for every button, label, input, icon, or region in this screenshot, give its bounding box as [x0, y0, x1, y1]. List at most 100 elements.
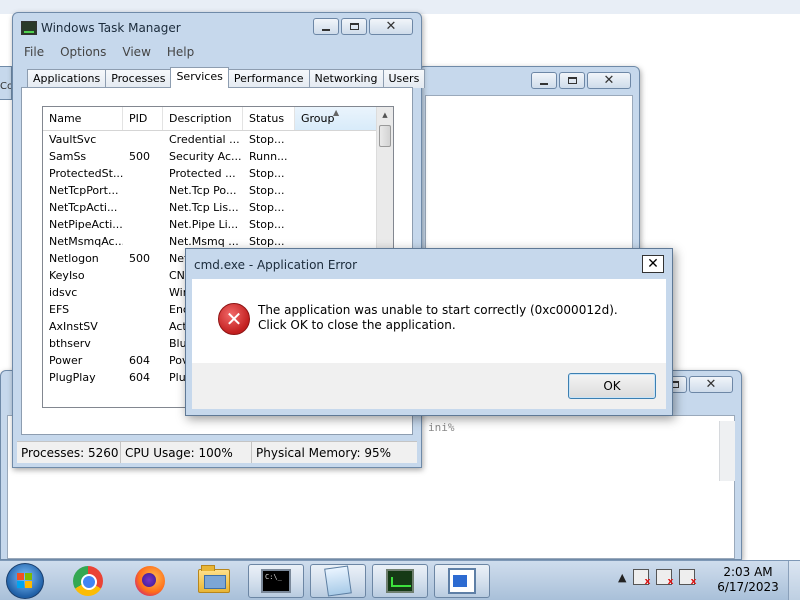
tab-processes[interactable]: Processes [105, 69, 172, 88]
column-description[interactable]: Description [163, 107, 243, 130]
table-row[interactable]: SamSs 500 Security Ac... Runn... [43, 148, 393, 165]
maximize-button[interactable] [341, 18, 367, 35]
taskbar-window[interactable] [434, 564, 490, 598]
show-desktop-button[interactable] [788, 561, 800, 600]
cell-description: Net.Tcp Lis... [169, 201, 239, 214]
tab-networking[interactable]: Networking [308, 69, 384, 88]
minimize-button[interactable] [313, 18, 339, 35]
column-pid[interactable]: PID [123, 107, 163, 130]
folder-icon [198, 565, 230, 593]
minimize-button[interactable] [531, 72, 557, 89]
table-row[interactable]: ProtectedSt... Protected ... Stop... [43, 165, 393, 182]
windows-logo-icon [17, 573, 33, 589]
cell-status: Stop... [249, 167, 285, 180]
clock-time: 2:03 AM [723, 565, 773, 579]
cell-pid [123, 165, 163, 182]
taskbar-firefox[interactable] [122, 564, 178, 598]
cell-name: PlugPlay [49, 371, 96, 384]
table-row[interactable]: NetTcpPort... Net.Tcp Po... Stop... [43, 182, 393, 199]
cell-name: EFS [49, 303, 70, 316]
taskbar-notepad[interactable] [310, 564, 366, 598]
dialog-title: cmd.exe - Application Error [194, 258, 358, 272]
cell-status: Stop... [249, 201, 285, 214]
tab-strip: Applications Processes Services Performa… [27, 67, 426, 88]
tab-applications[interactable]: Applications [27, 69, 107, 88]
cell-pid [123, 267, 163, 284]
cell-name: VaultSvc [49, 133, 97, 146]
volume-icon[interactable] [679, 569, 696, 587]
firefox-icon [135, 566, 165, 596]
taskbar-task-manager[interactable] [372, 564, 428, 598]
menu-file[interactable]: File [24, 45, 44, 59]
tray-overflow-icon[interactable]: ▲ [618, 571, 626, 584]
minimize-icon [322, 28, 330, 31]
taskbar-chrome[interactable] [60, 564, 116, 598]
cell-name: NetTcpPort... [49, 184, 119, 197]
tab-services[interactable]: Services [170, 67, 229, 88]
task-manager-icon [21, 21, 37, 35]
cell-group [295, 165, 377, 182]
cell-name: idsvc [49, 286, 78, 299]
error-icon: ✕ [218, 303, 250, 335]
table-row[interactable]: NetPipeActi... Net.Pipe Li... Stop... [43, 216, 393, 233]
taskbar-cmd[interactable] [248, 564, 304, 598]
cell-group [295, 199, 377, 216]
cell-description: Credential ... [169, 133, 240, 146]
window-icon [448, 568, 476, 594]
close-button[interactable]: ✕ [689, 376, 733, 393]
dialog-body: ✕ The application was unable to start co… [192, 279, 666, 363]
offscreen-window-stub[interactable]: Co [0, 66, 12, 100]
cell-group [295, 182, 377, 199]
cell-name: NetMsmqAc... [49, 235, 123, 248]
cell-name: SamSs [49, 150, 87, 163]
maximize-icon [349, 23, 359, 30]
menu-options[interactable]: Options [60, 45, 106, 59]
vertical-scrollbar[interactable] [719, 421, 735, 481]
start-button[interactable] [6, 563, 44, 599]
status-processes: Processes: 5260 [17, 442, 121, 463]
table-row[interactable]: NetTcpActi... Net.Tcp Lis... Stop... [43, 199, 393, 216]
column-status[interactable]: Status [243, 107, 295, 130]
taskbar-explorer[interactable] [186, 564, 242, 598]
cmd-icon [261, 569, 291, 593]
dialog-close-button[interactable]: ✕ [642, 255, 664, 273]
cell-name: AxInstSV [49, 320, 98, 333]
table-row[interactable]: VaultSvc Credential ... Stop... [43, 131, 393, 148]
ok-button[interactable]: OK [568, 373, 656, 399]
column-group[interactable]: ▲ Group [295, 107, 377, 130]
column-name[interactable]: Name [43, 107, 123, 130]
sort-arrow-icon: ▲ [333, 108, 340, 117]
network-icon[interactable] [656, 569, 673, 587]
chrome-icon [73, 566, 103, 596]
close-button[interactable]: ✕ [369, 18, 413, 35]
maximize-button[interactable] [559, 72, 585, 89]
cell-pid [123, 233, 163, 250]
tab-users[interactable]: Users [382, 69, 426, 88]
scroll-thumb[interactable] [379, 125, 391, 147]
cell-name: KeyIso [49, 269, 85, 282]
cell-pid [123, 182, 163, 199]
clock[interactable]: 2:03 AM 6/17/2023 [716, 565, 780, 595]
cell-status: Stop... [249, 133, 285, 146]
cell-description: Net.Tcp Po... [169, 184, 237, 197]
cell-pid: 604 [129, 371, 150, 384]
action-center-icon[interactable] [633, 569, 650, 587]
menu-help[interactable]: Help [167, 45, 194, 59]
cell-name: Netlogon [49, 252, 99, 265]
close-icon: ✕ [385, 19, 397, 34]
error-dialog[interactable]: cmd.exe - Application Error ✕ ✕ The appl… [185, 248, 673, 416]
system-tray: ▲ [618, 569, 696, 587]
close-icon: ✕ [603, 73, 615, 88]
close-button[interactable]: ✕ [587, 72, 631, 89]
cell-pid [123, 301, 163, 318]
taskbar: ▲ 2:03 AM 6/17/2023 [0, 560, 800, 600]
close-icon: ✕ [647, 256, 659, 272]
cell-group [295, 216, 377, 233]
cell-pid [123, 335, 163, 352]
tab-performance[interactable]: Performance [227, 69, 310, 88]
scroll-up-icon[interactable]: ▲ [377, 107, 393, 123]
maximize-icon [567, 77, 577, 84]
menu-view[interactable]: View [122, 45, 150, 59]
cell-pid: 500 [129, 252, 150, 265]
minimize-icon [540, 82, 548, 85]
